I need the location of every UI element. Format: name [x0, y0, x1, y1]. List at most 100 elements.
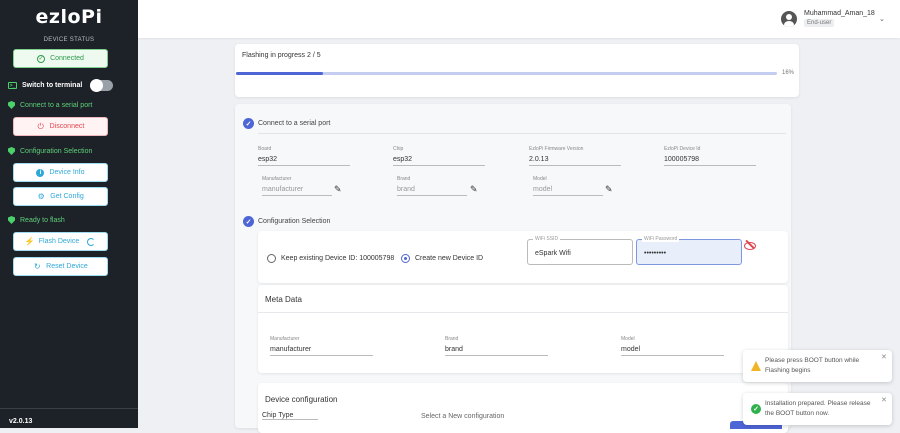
edit-pencil-icon[interactable]: ✎	[334, 184, 342, 195]
wifi-password-label: WiFi Password	[642, 236, 680, 242]
toast-success: ✓ Installation prepared. Please release …	[743, 393, 892, 425]
keep-device-id-radio[interactable]	[267, 254, 276, 263]
reset-device-label: Reset Device	[46, 263, 88, 270]
meta-model-label: Model	[621, 336, 635, 342]
step-ready-to-flash: Ready to flash	[8, 216, 65, 224]
model-value: model	[533, 186, 603, 196]
meta-manufacturer-input[interactable]: manufacturer	[270, 346, 373, 356]
progress-percent: 16%	[782, 70, 795, 76]
flash-icon: ⚡	[24, 236, 35, 246]
device-config-title: Device configuration	[265, 395, 338, 404]
disconnect-label: Disconnect	[49, 123, 85, 130]
gear-icon: ⚙	[37, 191, 45, 201]
check-circle-icon: ✓	[243, 216, 254, 227]
device-config-card: Device configuration Chip Type Select a …	[258, 383, 788, 433]
check-circle-icon: ✓	[243, 118, 254, 129]
step-config-selection: Configuration Selection	[8, 147, 92, 155]
check-circle-icon: ✓	[37, 54, 46, 63]
switch-terminal-row: >_ Switch to terminal	[8, 79, 114, 92]
get-config-button[interactable]: ⚙ Get Config	[13, 187, 108, 206]
flash-progress-card: Flashing in progress 2 / 5 16%	[235, 44, 799, 97]
avatar-icon[interactable]	[781, 11, 797, 27]
device-status-heading: DEVICE STATUS	[43, 37, 95, 43]
device-id-card: Keep existing Device ID: 100005798 Creat…	[258, 231, 788, 283]
meta-brand-input[interactable]: brand	[445, 346, 548, 356]
info-icon: i	[36, 168, 45, 177]
chip-value: esp32	[393, 156, 485, 166]
select-new-config-label: Select a New configuration	[421, 413, 505, 420]
sidebar: ezloPi DEVICE STATUS ✓ Connected >_ Swit…	[0, 0, 138, 428]
version-label: v2.0.13	[9, 418, 33, 425]
toggle-knob	[90, 79, 104, 92]
chip-type-select[interactable]: Chip Type	[262, 412, 318, 420]
disconnect-button[interactable]: ⏻ Disconnect	[13, 117, 108, 136]
serial-section-title: Connect to a serial port	[258, 120, 331, 127]
step-serial-label: Connect to a serial port	[20, 101, 93, 109]
shield-check-icon	[8, 101, 15, 109]
meta-data-card: Meta Data Manufacturer manufacturer Bran…	[258, 285, 788, 373]
device-info-button[interactable]: i Device Info	[13, 163, 108, 182]
edit-pencil-icon[interactable]: ✎	[605, 184, 613, 195]
brand-value: brand	[397, 186, 467, 196]
config-section-title: Configuration Selection	[258, 218, 331, 225]
terminal-toggle[interactable]	[90, 79, 114, 92]
wifi-ssid-field[interactable]: WiFi SSID eSpark Wifi	[527, 236, 633, 265]
new-device-id-radio[interactable]	[401, 254, 410, 263]
step-serial-port: Connect to a serial port	[8, 101, 92, 109]
toast-success-text: Installation prepared. Please release th…	[765, 400, 871, 417]
wifi-password-value: •••••••••	[644, 250, 667, 257]
reset-device-button[interactable]: ↻ Reset Device	[13, 257, 108, 276]
flash-device-label: Flash Device	[38, 238, 80, 245]
shield-check-icon	[8, 147, 15, 155]
wifi-ssid-label: WiFi SSID	[533, 236, 561, 242]
progress-bar	[236, 72, 777, 75]
connected-button[interactable]: ✓ Connected	[13, 49, 108, 68]
wifi-ssid-value: eSpark Wifi	[535, 250, 571, 257]
sidebar-divider	[0, 408, 138, 409]
get-config-label: Get Config	[50, 193, 84, 200]
connected-label: Connected	[50, 55, 84, 62]
terminal-icon: >_	[8, 82, 17, 89]
top-header: Muhammad_Aman_18 End-user ⌄	[138, 0, 900, 38]
device-id-value: 100005798	[664, 156, 756, 166]
flash-device-button[interactable]: ⚡ Flash Device	[13, 232, 108, 251]
device-info-label: Device Info	[49, 169, 85, 176]
chevron-down-icon[interactable]: ⌄	[879, 15, 885, 23]
close-icon[interactable]: ✕	[881, 353, 887, 361]
meta-brand-label: Brand	[445, 336, 459, 342]
progress-bar-fill	[236, 72, 323, 75]
step-flash-label: Ready to flash	[20, 216, 65, 224]
section-divider	[258, 133, 786, 134]
meta-manufacturer-label: Manufacturer	[270, 336, 300, 342]
logo: ezloPi	[35, 6, 103, 28]
close-icon[interactable]: ✕	[881, 396, 887, 404]
reset-icon: ↻	[33, 261, 41, 271]
loading-spinner-icon	[87, 237, 96, 246]
board-value: esp32	[258, 156, 350, 166]
fw-version-value: 2.0.13	[529, 156, 621, 166]
meta-model-input[interactable]: model	[621, 346, 724, 356]
chip-label: Chip	[393, 146, 404, 152]
manufacturer-value: manufacturer	[262, 186, 332, 196]
user-name[interactable]: Muhammad_Aman_18	[804, 10, 875, 17]
check-circle-icon: ✓	[751, 404, 761, 414]
new-device-id-label[interactable]: Create new Device ID	[415, 255, 483, 262]
progress-title: Flashing in progress 2 / 5	[242, 52, 321, 59]
edit-pencil-icon[interactable]: ✎	[470, 184, 478, 195]
meta-divider	[258, 312, 788, 313]
step-config-label: Configuration Selection	[20, 147, 93, 155]
power-icon: ⏻	[37, 121, 44, 131]
board-label: Board	[258, 146, 272, 152]
eye-off-icon[interactable]	[744, 240, 756, 250]
brand-label: Brand	[397, 176, 411, 182]
shield-check-icon	[8, 216, 15, 224]
device-id-label: EzloPi Device Id	[664, 146, 701, 152]
keep-device-id-label[interactable]: Keep existing Device ID: 100005798	[281, 255, 394, 262]
warning-icon	[751, 361, 761, 371]
model-label: Model	[533, 176, 547, 182]
fw-version-label: EzloPi Firmware Version	[529, 146, 584, 152]
toast-warning: Please press BOOT button while Flashing …	[743, 350, 892, 382]
meta-data-title: Meta Data	[265, 295, 302, 304]
toast-warning-text: Please press BOOT button while Flashing …	[765, 357, 860, 374]
wifi-password-field[interactable]: WiFi Password •••••••••	[636, 236, 742, 265]
